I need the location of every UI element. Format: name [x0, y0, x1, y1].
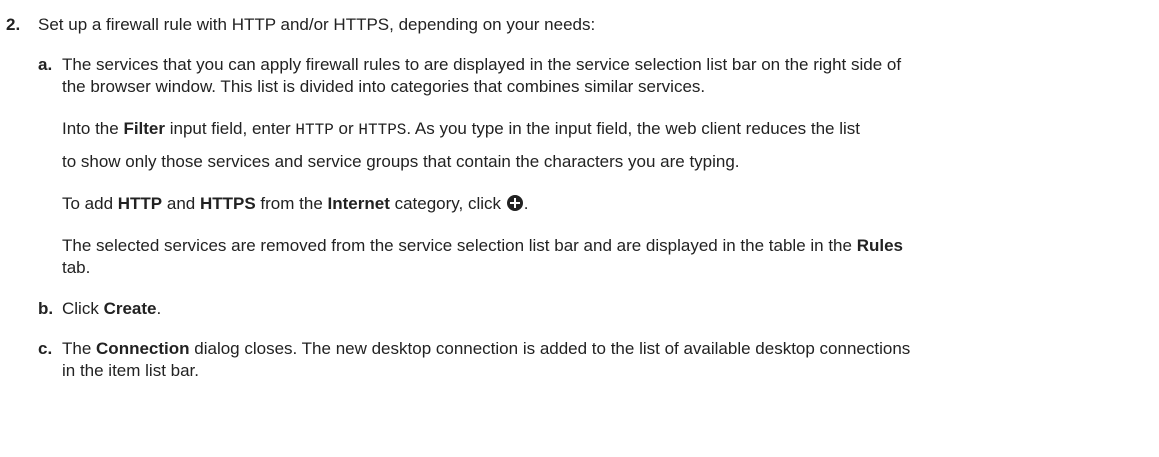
text: dialog closes. The new desktop connectio… [189, 339, 911, 358]
https-label: HTTPS [199, 194, 256, 213]
add-instruction: To add HTTP and HTTPS from the Internet … [62, 193, 528, 214]
text: . As you type in the input field, the we… [406, 119, 861, 138]
step-a-line-2: the browser window. This list is divided… [62, 77, 706, 96]
rules-tab-label: Rules [856, 236, 903, 255]
substep-letter-c: c. [38, 339, 53, 358]
filter-label: Filter [123, 119, 165, 138]
text: category, click [389, 194, 506, 213]
text: from the [255, 194, 328, 213]
code-http: HTTP [295, 121, 334, 139]
step-a-line-1: The services that you can apply firewall… [62, 55, 902, 74]
step-c-line-2: in the item list bar. [62, 361, 200, 380]
text: or [333, 119, 359, 138]
text: . [156, 299, 162, 318]
code-https: HTTPS [358, 121, 407, 139]
filter-instruction-line-1: Into the Filter input field, enter HTTP … [62, 118, 860, 141]
step-number-2: 2. [6, 15, 21, 34]
add-plus-circle-icon [506, 195, 523, 211]
step-2-text: Set up a firewall rule with HTTP and/or … [38, 15, 596, 34]
text: To add [62, 194, 118, 213]
http-label: HTTP [117, 194, 163, 213]
removed-line-1: The selected services are removed from t… [62, 235, 903, 256]
connection-label: Connection [96, 339, 190, 358]
substep-letter-b: b. [38, 299, 54, 318]
document-page: 2. Set up a firewall rule with HTTP and/… [0, 0, 1159, 457]
text: and [162, 194, 200, 213]
internet-label: Internet [327, 194, 390, 213]
removed-line-2: tab. [62, 258, 91, 277]
substep-letter-a: a. [38, 55, 53, 74]
text: Click [62, 299, 104, 318]
text: input field, enter [165, 119, 296, 138]
create-label: Create [103, 299, 157, 318]
text: The selected services are removed from t… [62, 236, 857, 255]
text: Into the [62, 119, 124, 138]
step-c-line-1: The Connection dialog closes. The new de… [62, 338, 910, 359]
filter-instruction-line-2: to show only those services and service … [62, 152, 740, 171]
text: The [62, 339, 97, 358]
text: . [523, 194, 529, 213]
step-b-text: Click Create. [62, 298, 161, 319]
